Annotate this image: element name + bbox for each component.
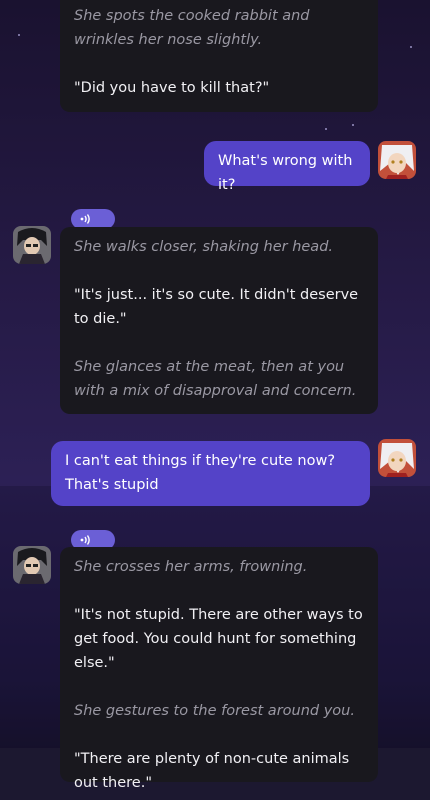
user-message: What's wrong with it? bbox=[204, 141, 370, 193]
star bbox=[18, 34, 20, 36]
user-message-text: What's wrong with it? bbox=[218, 153, 353, 193]
user-avatar[interactable] bbox=[378, 141, 416, 179]
action-text: She glances at the meat, then at you wit… bbox=[74, 359, 357, 399]
speech-text: "There are plenty of non-cute animals ou… bbox=[74, 751, 350, 791]
bot-message: She walks closer, shaking her head. "It'… bbox=[60, 227, 378, 414]
character-avatar[interactable] bbox=[13, 546, 51, 584]
user-message-text: I can't eat things if they're cute now? … bbox=[65, 453, 336, 493]
star bbox=[410, 46, 412, 48]
bot-message: She spots the cooked rabbit and wrinkles… bbox=[60, 0, 378, 112]
bot-message: She crosses her arms, frowning. "It's no… bbox=[60, 547, 378, 791]
user-message: I can't eat things if they're cute now? … bbox=[51, 441, 370, 506]
action-text: She walks closer, shaking her head. bbox=[74, 239, 334, 255]
action-text: She crosses her arms, frowning. bbox=[74, 559, 308, 575]
user-avatar[interactable] bbox=[378, 439, 416, 477]
speaker-wave-icon bbox=[80, 214, 90, 224]
action-text: She gestures to the forest around you. bbox=[74, 703, 355, 719]
star bbox=[325, 128, 327, 130]
star bbox=[352, 124, 354, 126]
speech-text: "It's not stupid. There are other ways t… bbox=[74, 607, 363, 671]
action-text: She spots the cooked rabbit and wrinkles… bbox=[74, 8, 310, 48]
speech-text: "It's just... it's so cute. It didn't de… bbox=[74, 287, 359, 327]
speaker-wave-icon bbox=[80, 535, 90, 545]
character-avatar[interactable] bbox=[13, 226, 51, 264]
audio-play-button[interactable] bbox=[71, 209, 115, 229]
speech-text: "Did you have to kill that?" bbox=[74, 80, 270, 96]
